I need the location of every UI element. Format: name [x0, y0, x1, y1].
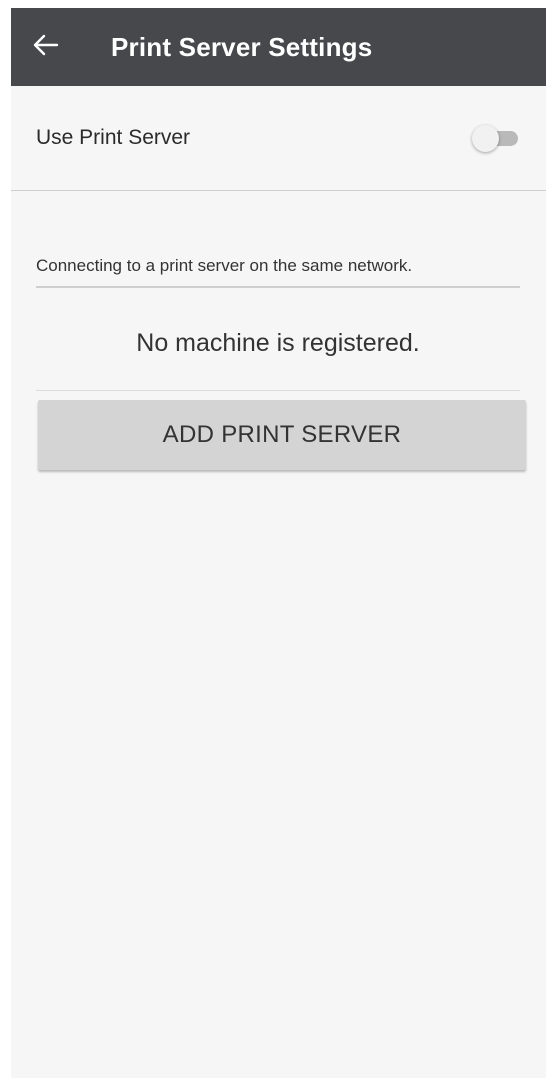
screen: Print Server Settings Use Print Server C… — [11, 8, 546, 1078]
description-text: Connecting to a print server on the same… — [36, 256, 520, 288]
add-print-server-button[interactable]: ADD PRINT SERVER — [38, 400, 526, 470]
use-print-server-label: Use Print Server — [36, 126, 191, 149]
page-title: Print Server Settings — [111, 31, 373, 62]
toggle-thumb — [472, 125, 499, 152]
back-button[interactable] — [11, 8, 81, 86]
app-bar: Print Server Settings — [11, 8, 546, 86]
empty-state-message: No machine is registered. — [36, 288, 520, 391]
use-print-server-row[interactable]: Use Print Server — [11, 86, 546, 191]
arrow-left-icon — [33, 34, 59, 61]
use-print-server-toggle[interactable] — [472, 125, 520, 152]
